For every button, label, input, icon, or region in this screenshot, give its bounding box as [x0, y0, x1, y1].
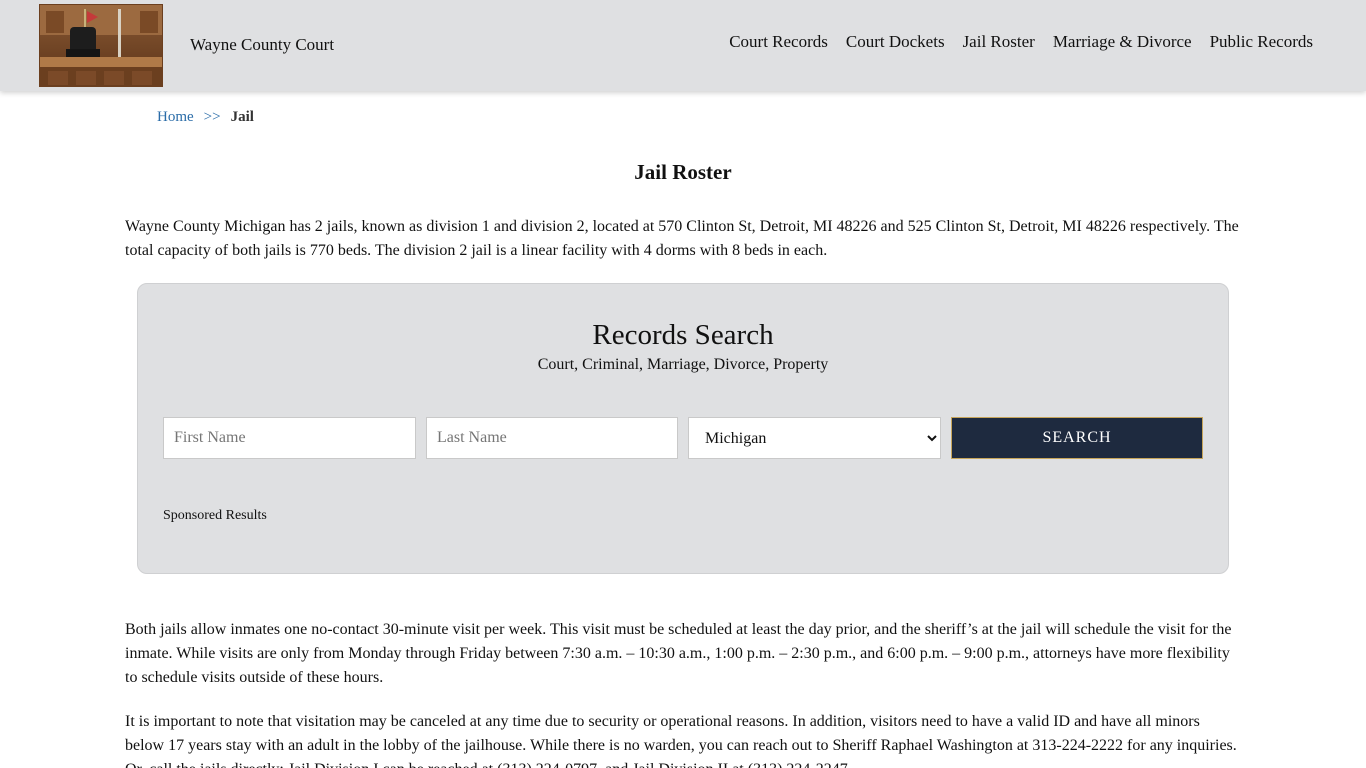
search-title: Records Search — [592, 319, 774, 351]
breadcrumb-separator: >> — [203, 109, 221, 125]
search-subtitle: Court, Criminal, Marriage, Divorce, Prop… — [537, 356, 829, 373]
visitation-paragraph: Both jails allow inmates one no-contact … — [125, 621, 1232, 686]
breadcrumb-home-link[interactable]: Home — [157, 109, 194, 126]
nav-court-records[interactable]: Court Records — [729, 32, 828, 52]
breadcrumb-current: Jail — [230, 109, 254, 125]
nav-marriage-divorce[interactable]: Marriage & Divorce — [1053, 32, 1192, 52]
security-paragraph: It is important to note that visitation … — [125, 713, 1237, 768]
site-header: Wayne County Court Court Records Court D… — [0, 0, 1366, 91]
last-name-input[interactable] — [426, 417, 678, 459]
state-select[interactable]: Michigan — [688, 417, 941, 459]
courtroom-logo-image[interactable] — [39, 4, 163, 87]
main-nav: Court Records Court Dockets Jail Roster … — [729, 32, 1313, 52]
nav-public-records[interactable]: Public Records — [1210, 32, 1313, 52]
site-name-link[interactable]: Wayne County Court — [190, 35, 334, 55]
nav-jail-roster[interactable]: Jail Roster — [963, 32, 1035, 52]
first-name-input[interactable] — [163, 417, 416, 459]
intro-paragraph: Wayne County Michigan has 2 jails, known… — [125, 218, 1239, 259]
page-title: Jail Roster — [634, 160, 732, 184]
sponsored-results-label: Sponsored Results — [163, 508, 267, 523]
nav-court-dockets[interactable]: Court Dockets — [846, 32, 945, 52]
records-search-panel: Records Search Court, Criminal, Marriage… — [137, 283, 1229, 574]
search-button[interactable]: SEARCH — [951, 417, 1203, 459]
breadcrumb: Home >> Jail — [157, 109, 254, 126]
